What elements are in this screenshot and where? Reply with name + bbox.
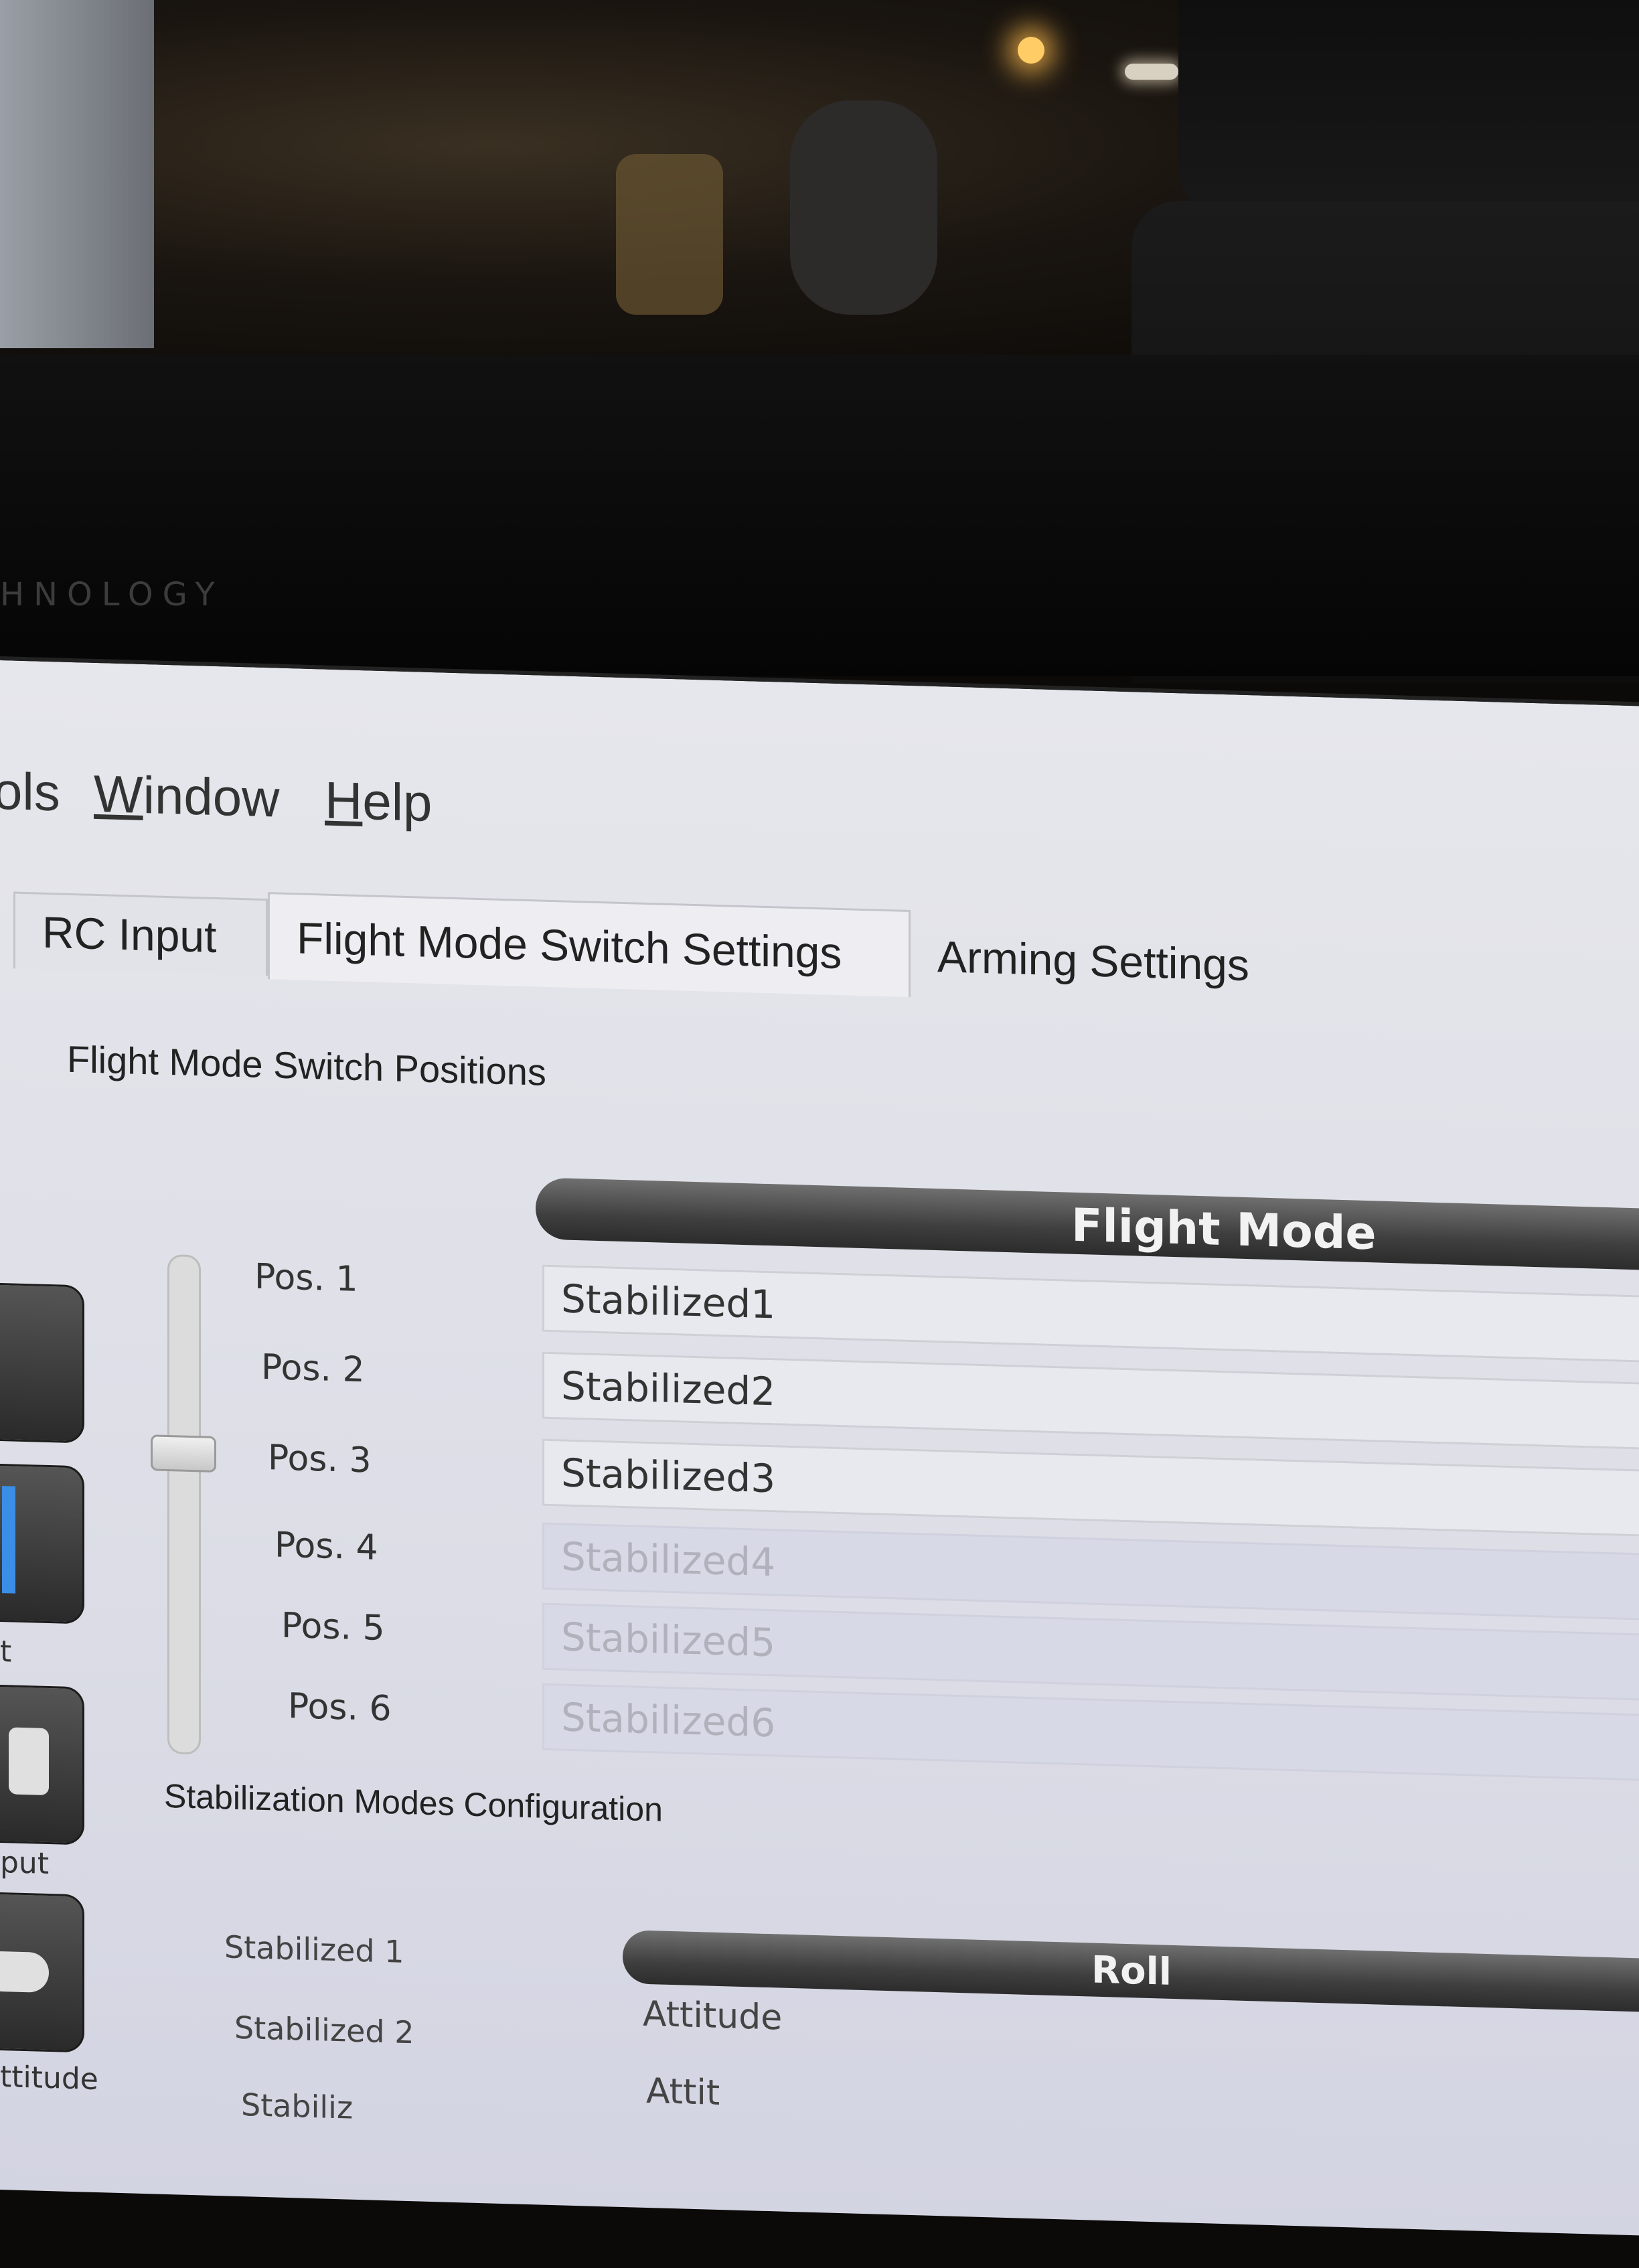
flight-mode-switch-positions-title: Flight Mode Switch Positions (67, 1037, 546, 1093)
position-label: Pos. 3 (268, 1438, 372, 1481)
position-label: Pos. 1 (254, 1256, 358, 1300)
position-label: Pos. 6 (288, 1686, 392, 1730)
stabilized-row-label: Stabiliz (241, 2087, 354, 2126)
input-icon[interactable] (0, 1683, 84, 1845)
sidebar-label: t (0, 1635, 12, 1669)
tab-bar: RC Input Flight Mode Switch Settings Arm… (13, 891, 1639, 1031)
application-window: ols Window Help RC Input Flight Mode Swi… (0, 656, 1639, 2236)
sidebar-icon[interactable] (0, 1462, 84, 1624)
stabilization-modes-title: Stabilization Modes Configuration (164, 1776, 663, 1829)
flight-mode-select: Stabilized5 (542, 1602, 1639, 1702)
tab-flight-mode-switch-settings[interactable]: Flight Mode Switch Settings (268, 892, 911, 997)
background-object (790, 100, 937, 315)
flight-mode-select: Stabilized6 (542, 1683, 1639, 1783)
stabilized-row-label: Stabilized 1 (224, 1929, 404, 1970)
monitor-bezel (0, 355, 1639, 676)
flight-mode-select[interactable]: Stabilized3 (542, 1438, 1639, 1538)
sidebar-label: ttitude (0, 2060, 98, 2097)
tab-rc-input[interactable]: RC Input (13, 891, 268, 976)
background-object (616, 154, 723, 315)
sidebar-icon[interactable] (0, 1282, 84, 1444)
menu-tools[interactable]: ols (0, 761, 60, 824)
light (1018, 37, 1044, 64)
tab-arming-settings[interactable]: Arming Settings (911, 917, 1352, 1006)
stabilized-row-label: Stabilized 2 (234, 2009, 414, 2051)
flight-mode-switch-slider[interactable] (167, 1254, 201, 1755)
flight-mode-select: Stabilized4 (542, 1522, 1639, 1622)
position-label: Pos. 5 (281, 1605, 385, 1649)
attitude-icon[interactable] (0, 1891, 84, 2053)
menu-bar: ols Window Help (0, 761, 1639, 887)
position-label: Pos. 4 (275, 1525, 378, 1568)
flight-mode-column-header: Flight Mode (536, 1177, 1639, 1271)
flight-mode-select[interactable]: Stabilized2 (542, 1351, 1639, 1451)
roll-mode-select[interactable]: Attit (646, 2071, 720, 2113)
slider-handle[interactable] (151, 1434, 216, 1473)
monitor-brand: HNOLOGY (0, 576, 224, 613)
flight-mode-select[interactable]: Stabilized1 (542, 1264, 1639, 1364)
menu-help[interactable]: Help (325, 770, 432, 834)
sidebar-label: put (0, 1845, 50, 1882)
position-label: Pos. 2 (261, 1347, 365, 1391)
light (1125, 64, 1178, 80)
menu-window[interactable]: Window (94, 763, 279, 830)
wall (0, 0, 154, 348)
left-sidebar: t put ttitude (0, 1282, 121, 2224)
roll-mode-select[interactable]: Attitude (643, 1994, 782, 2038)
